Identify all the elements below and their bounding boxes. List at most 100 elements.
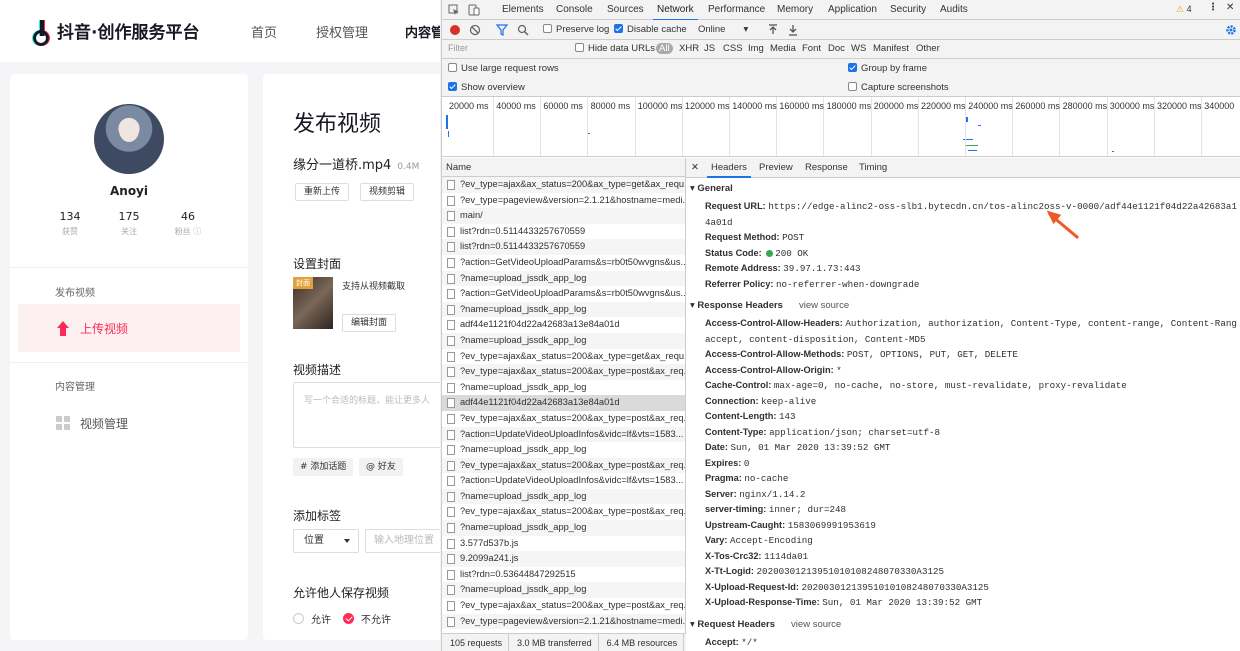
request-row[interactable]: ?name=upload_jssdk_app_log	[442, 520, 685, 536]
tab-headers[interactable]: Headers	[707, 162, 751, 178]
export-har-icon[interactable]	[787, 24, 799, 36]
request-headers-toggle[interactable]: ▾ Request Headers view source	[690, 619, 841, 630]
cover-thumbnail[interactable]: 封面	[293, 277, 333, 329]
import-har-icon[interactable]	[767, 24, 779, 36]
filter-type-all[interactable]: All	[656, 43, 673, 54]
tab-preview[interactable]: Preview	[759, 162, 793, 173]
request-row[interactable]: adf44e1121f04d22a42683a13e84a01d	[442, 395, 685, 411]
capture-screenshots-checkbox[interactable]: Capture screenshots	[848, 82, 949, 93]
tab-application[interactable]: Application	[828, 4, 877, 15]
filter-type-font[interactable]: Font	[802, 43, 821, 54]
request-row[interactable]: list?rdn=0.53644847292515	[442, 567, 685, 583]
general-section-toggle[interactable]: ▾ General	[690, 183, 733, 194]
request-row[interactable]: ?ev_type=ajax&ax_status=200&ax_type=get&…	[442, 349, 685, 365]
request-row[interactable]: ?name=upload_jssdk_app_log	[442, 380, 685, 396]
response-headers-toggle[interactable]: ▾ Response Headers view source	[690, 300, 849, 311]
request-row[interactable]: list?rdn=0.5114433257670559	[442, 224, 685, 240]
request-row[interactable]: ?action=UpdateVideoUploadInfos&vidc=lf&v…	[442, 473, 685, 489]
nav-authorization[interactable]: 授权管理	[316, 22, 368, 41]
request-row[interactable]: ?name=upload_jssdk_app_log	[442, 488, 685, 505]
request-row[interactable]: 3.577d537b.js	[442, 536, 685, 552]
tab-console[interactable]: Console	[556, 4, 593, 15]
request-row[interactable]: main/	[442, 208, 685, 224]
allow-radio[interactable]: 允许	[293, 611, 331, 626]
tab-network[interactable]: Network	[653, 4, 698, 21]
edit-cover-button[interactable]: 编辑封面	[342, 314, 397, 332]
tab-timing[interactable]: Timing	[859, 162, 887, 173]
throttling-select[interactable]: Online ▾	[698, 24, 748, 35]
inspect-element-icon[interactable]	[448, 4, 460, 16]
request-row[interactable]: ?action=GetVideoUploadParams&s=rb0t50wvg…	[442, 255, 685, 271]
group-by-frame-checkbox[interactable]: Group by frame	[848, 63, 927, 74]
request-row[interactable]: ?ev_type=ajax&ax_status=200&ax_type=get&…	[442, 177, 685, 193]
request-row[interactable]: ?ev_type=ajax&ax_status=200&ax_type=post…	[442, 364, 685, 380]
record-icon[interactable]	[449, 24, 461, 36]
sidebar-item-video-manage[interactable]: 视频管理	[18, 399, 240, 447]
disable-cache-checkbox[interactable]: Disable cache	[614, 24, 687, 35]
gear-icon[interactable]	[1225, 24, 1237, 36]
filter-type-media[interactable]: Media	[770, 43, 796, 54]
request-row[interactable]: list?rdn=0.5114433257670559	[442, 239, 685, 255]
close-icon[interactable]: ✕	[691, 162, 699, 173]
show-overview-checkbox[interactable]: Show overview	[448, 82, 525, 93]
filter-type-css[interactable]: CSS	[723, 43, 743, 54]
request-row[interactable]: 9.2099a241.js	[442, 551, 685, 567]
overview-timeline[interactable]: 20000 ms 40000 ms 60000 ms 80000 ms 100000 m…	[442, 97, 1240, 157]
large-rows-checkbox[interactable]: Use large request rows	[448, 63, 559, 74]
filter-type-ws[interactable]: WS	[851, 43, 866, 54]
mention-friend-chip[interactable]: @ 好友	[359, 458, 403, 476]
request-row[interactable]: ?name=upload_jssdk_app_log	[442, 582, 685, 599]
request-row[interactable]: ?ev_type=pageview&version=2.1.21&hostnam…	[442, 613, 685, 630]
request-row[interactable]: ?name=upload_jssdk_app_log	[442, 332, 685, 349]
tab-security[interactable]: Security	[890, 4, 926, 15]
request-row[interactable]: ?ev_type=ajax&ax_status=200&ax_type=post…	[442, 411, 685, 427]
reupload-button[interactable]: 重新上传	[295, 183, 350, 201]
filter-icon[interactable]	[496, 24, 508, 36]
filter-type-xhr[interactable]: XHR	[679, 43, 699, 54]
filter-type-manifest[interactable]: Manifest	[873, 43, 909, 54]
nav-home[interactable]: 首页	[251, 22, 277, 41]
edit-video-button[interactable]: 视频剪辑	[360, 183, 415, 201]
request-row[interactable]: ?ev_type=ajax&ax_status=200&ax_type=post…	[442, 504, 685, 520]
nav-content[interactable]: 内容管	[405, 22, 440, 41]
location-input[interactable]: 输入地理位置	[365, 529, 440, 553]
filter-type-js[interactable]: JS	[704, 43, 715, 54]
view-source-link[interactable]: view source	[799, 300, 849, 311]
tab-sources[interactable]: Sources	[607, 4, 644, 15]
view-source-link[interactable]: view source	[791, 619, 841, 630]
request-row[interactable]: ?name=upload_jssdk_app_log	[442, 301, 685, 318]
filter-type-other[interactable]: Other	[916, 43, 940, 54]
tab-memory[interactable]: Memory	[777, 4, 813, 15]
request-row[interactable]: ?action=UpdateVideoUploadInfos&vidc=lf&v…	[442, 426, 685, 443]
column-header-name[interactable]: Name	[442, 158, 685, 177]
tab-response[interactable]: Response	[805, 162, 848, 173]
request-row[interactable]: ?ev_type=ajax&ax_status=200&ax_type=post…	[442, 457, 685, 474]
device-toolbar-icon[interactable]	[468, 4, 480, 16]
filter-type-doc[interactable]: Doc	[828, 43, 845, 54]
location-select[interactable]: 位置	[293, 529, 359, 553]
close-icon[interactable]: ✕	[1226, 2, 1234, 13]
filter-type-img[interactable]: Img	[748, 43, 764, 54]
tab-elements[interactable]: Elements	[502, 4, 544, 15]
search-icon[interactable]	[517, 24, 529, 36]
disallow-radio[interactable]: 不允许	[343, 611, 391, 626]
request-row[interactable]: ?name=upload_jssdk_app_log	[442, 442, 685, 458]
avatar[interactable]	[94, 104, 164, 174]
site-logo[interactable]: 抖音·创作服务平台	[32, 18, 199, 46]
clear-icon[interactable]	[469, 24, 481, 36]
hide-data-urls-checkbox[interactable]: Hide data URLs	[575, 43, 655, 54]
request-row[interactable]: ?ev_type=ajax&ax_status=200&ax_type=post…	[442, 598, 685, 614]
preserve-log-checkbox[interactable]: Preserve log	[543, 24, 609, 35]
request-row[interactable]: ?action=GetVideoUploadParams&s=rb0t50wvg…	[442, 286, 685, 302]
request-row[interactable]: ?name=upload_jssdk_app_log	[442, 270, 685, 287]
tab-performance[interactable]: Performance	[708, 4, 765, 15]
sidebar-item-upload-video[interactable]: 上传视频	[18, 304, 240, 352]
request-row[interactable]: ?ev_type=pageview&version=2.1.21&hostnam…	[442, 193, 685, 209]
more-menu-icon[interactable]: ⋮	[1208, 2, 1218, 13]
warning-badge[interactable]: ⚠ 4	[1176, 4, 1192, 15]
request-row[interactable]: adf44e1121f04d22a42683a13e84a01d	[442, 317, 685, 333]
description-textarea[interactable]: 写一个合适的标题，能让更多人	[293, 382, 440, 448]
tab-audits[interactable]: Audits	[940, 4, 968, 15]
filter-input[interactable]: Filter	[446, 43, 566, 56]
add-topic-chip[interactable]: # 添加话题	[293, 458, 354, 476]
